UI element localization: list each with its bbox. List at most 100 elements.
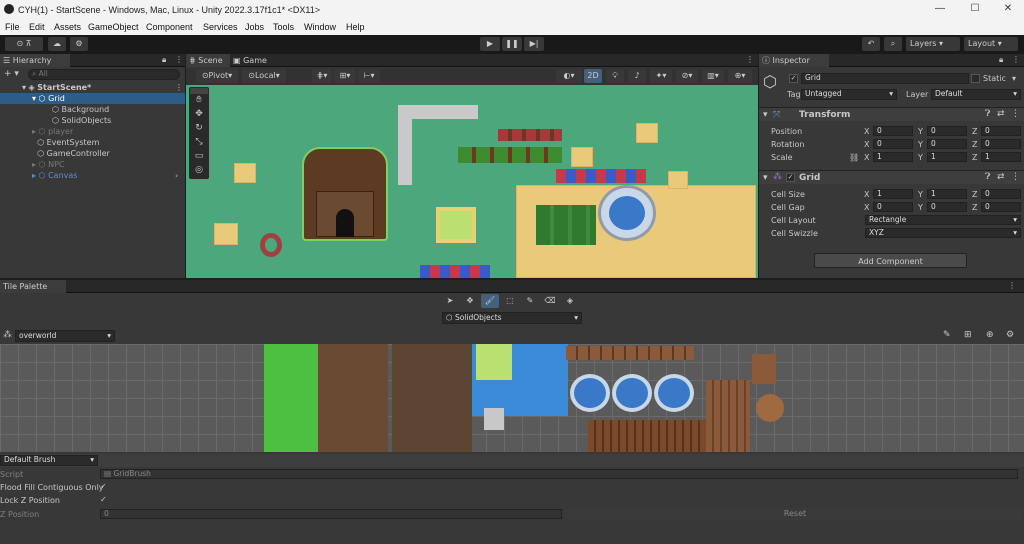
- grid-enabled-checkbox[interactable]: ✓: [786, 173, 795, 182]
- hand-tool-icon[interactable]: ✋︎: [189, 95, 209, 109]
- menu-edit[interactable]: Edit: [29, 22, 45, 32]
- tag-dropdown[interactable]: Untagged ▾: [801, 89, 897, 100]
- menu-tools[interactable]: Tools: [273, 22, 294, 32]
- picker-icon[interactable]: ✎: [521, 294, 539, 308]
- box-fill-icon[interactable]: ⬚: [501, 294, 519, 308]
- position-x[interactable]: 0: [873, 126, 913, 136]
- object-name-field[interactable]: Grid: [801, 73, 969, 84]
- menu-window[interactable]: Window: [304, 22, 336, 32]
- active-tilemap-dropdown[interactable]: ⬡ SolidObjects ▾: [442, 312, 582, 324]
- rotate-tool-icon[interactable]: ↻: [189, 123, 209, 137]
- history-icon[interactable]: ↶: [862, 37, 880, 51]
- camera-icon[interactable]: ▥▾: [702, 69, 724, 83]
- active-checkbox[interactable]: ✓: [789, 74, 798, 83]
- add-object-button[interactable]: + ▾: [4, 69, 19, 79]
- hidden-objects-icon[interactable]: ⊘▾: [676, 69, 698, 83]
- more-icon[interactable]: ⋮: [175, 55, 183, 64]
- hierarchy-item-startscene[interactable]: ▾ ◈ StartScene* ⋮: [0, 82, 185, 93]
- menu-services[interactable]: Services: [203, 22, 238, 32]
- hierarchy-tab[interactable]: ☰ Hierarchy: [0, 54, 70, 67]
- hierarchy-item-eventsystem[interactable]: ⬡ EventSystem: [0, 137, 185, 148]
- menu-jobs[interactable]: Jobs: [245, 22, 264, 32]
- eraser-icon[interactable]: ⌫: [541, 294, 559, 308]
- help-icon[interactable]: ❓︎: [985, 109, 990, 119]
- pivot-dropdown[interactable]: ⊙Pivot▾: [196, 69, 238, 83]
- reset-button[interactable]: Reset: [567, 508, 1023, 520]
- step-button[interactable]: ▶|: [524, 37, 544, 51]
- lock-z-checkbox[interactable]: ✓: [100, 496, 109, 505]
- more-icon[interactable]: ⋮: [746, 55, 754, 64]
- audio-icon[interactable]: ♪: [628, 69, 646, 83]
- shading-mode-icon[interactable]: ◐▾: [556, 69, 582, 83]
- palette-grid[interactable]: [0, 344, 1024, 452]
- maximize-button[interactable]: ☐: [961, 3, 989, 14]
- grid-component-header[interactable]: ▾ ⁂ ✓ Grid ❓︎ ⇄ ⋮: [759, 170, 1024, 184]
- settings-icon[interactable]: ⚙: [1006, 330, 1014, 340]
- layers-dropdown[interactable]: Layers ▾: [906, 37, 960, 51]
- rect-tool-icon[interactable]: ▭: [189, 151, 209, 165]
- hierarchy-item-grid[interactable]: ▾ ⬡ Grid: [0, 93, 185, 104]
- lock-icon[interactable]: 🔒︎: [162, 55, 166, 65]
- paint-brush-icon[interactable]: 🖌︎: [481, 294, 499, 308]
- layer-dropdown[interactable]: Default ▾: [931, 89, 1021, 100]
- select-tool-icon[interactable]: ➤: [441, 294, 459, 308]
- gizmos-icon[interactable]: ⊕▾: [728, 69, 752, 83]
- brush-dropdown[interactable]: Default Brush ▾: [0, 455, 98, 466]
- scale-z[interactable]: 1: [981, 152, 1021, 162]
- inspector-tab[interactable]: ⓘ Inspector: [759, 54, 829, 67]
- scale-y[interactable]: 1: [927, 152, 967, 162]
- transform-tool-icon[interactable]: ◎: [189, 165, 209, 177]
- cell-gap-z[interactable]: 0: [981, 202, 1021, 212]
- hierarchy-item-player[interactable]: ▸ ⬡ player: [0, 126, 185, 137]
- menu-component[interactable]: Component: [146, 22, 193, 32]
- more-icon[interactable]: ⋮: [1008, 281, 1016, 290]
- transform-header[interactable]: ▾ ⤧ Transform ❓︎ ⇄ ⋮: [759, 107, 1024, 121]
- rotation-y[interactable]: 0: [927, 139, 967, 149]
- gizmo-toggle-icon[interactable]: ⊕: [986, 330, 994, 340]
- flood-fill-icon[interactable]: ◈: [561, 294, 579, 308]
- scale-x[interactable]: 1: [873, 152, 913, 162]
- static-dropdown-icon[interactable]: ▾: [1012, 73, 1016, 84]
- presets-icon[interactable]: ⇄: [997, 172, 1005, 182]
- hierarchy-search[interactable]: ⌕ All: [28, 69, 180, 80]
- close-button[interactable]: ✕: [994, 3, 1022, 14]
- edit-palette-icon[interactable]: ✎: [943, 330, 951, 340]
- position-z[interactable]: 0: [981, 126, 1021, 136]
- hierarchy-item-gamecontroller[interactable]: ⬡ GameController: [0, 148, 185, 159]
- minimize-button[interactable]: —: [926, 3, 954, 14]
- increment-snap-icon[interactable]: ⊢▾: [358, 69, 380, 83]
- cell-size-z[interactable]: 0: [981, 189, 1021, 199]
- menu-gameobject[interactable]: GameObject: [88, 22, 139, 32]
- link-icon[interactable]: ⛓︎: [849, 152, 859, 163]
- cell-gap-x[interactable]: 0: [873, 202, 913, 212]
- flood-fill-checkbox[interactable]: ✓: [100, 483, 109, 492]
- scale-tool-icon[interactable]: ⤡: [189, 137, 209, 151]
- help-icon[interactable]: ❓︎: [985, 172, 990, 182]
- lock-icon[interactable]: 🔒︎: [999, 55, 1003, 65]
- presets-icon[interactable]: ⇄: [997, 109, 1005, 119]
- scene-viewport[interactable]: ✋︎ ✥ ↻ ⤡ ▭ ◎: [186, 85, 758, 278]
- tab-game[interactable]: ▣ Game: [230, 54, 274, 67]
- cell-size-y[interactable]: 1: [927, 189, 967, 199]
- lighting-icon[interactable]: 💡︎: [606, 69, 624, 83]
- position-y[interactable]: 0: [927, 126, 967, 136]
- component-menu-icon[interactable]: ⋮: [1011, 172, 1020, 182]
- menu-assets[interactable]: Assets: [54, 22, 81, 32]
- tab-scene[interactable]: ⋕ Scene: [186, 54, 230, 67]
- cell-layout-dropdown[interactable]: Rectangle ▾: [865, 215, 1021, 225]
- cell-size-x[interactable]: 1: [873, 189, 913, 199]
- cell-swizzle-dropdown[interactable]: XYZ ▾: [865, 228, 1021, 238]
- rotation-z[interactable]: 0: [981, 139, 1021, 149]
- component-menu-icon[interactable]: ⋮: [1011, 109, 1020, 119]
- menu-help[interactable]: Help: [346, 22, 365, 32]
- grid-visibility-icon[interactable]: ⊞▾: [334, 69, 356, 83]
- hierarchy-item-canvas[interactable]: ▸ ⬡ Canvas ›: [0, 170, 185, 181]
- rotation-x[interactable]: 0: [873, 139, 913, 149]
- move-tool-icon[interactable]: ✥: [189, 109, 209, 123]
- local-dropdown[interactable]: ⊙Local▾: [242, 69, 286, 83]
- play-button[interactable]: ▶: [480, 37, 500, 51]
- grid-snap-icon[interactable]: ⋕▾: [312, 69, 332, 83]
- more-icon[interactable]: ⋮: [1012, 55, 1020, 64]
- mode-2d-button[interactable]: 2D: [584, 69, 602, 83]
- z-position-field[interactable]: 0: [100, 509, 562, 519]
